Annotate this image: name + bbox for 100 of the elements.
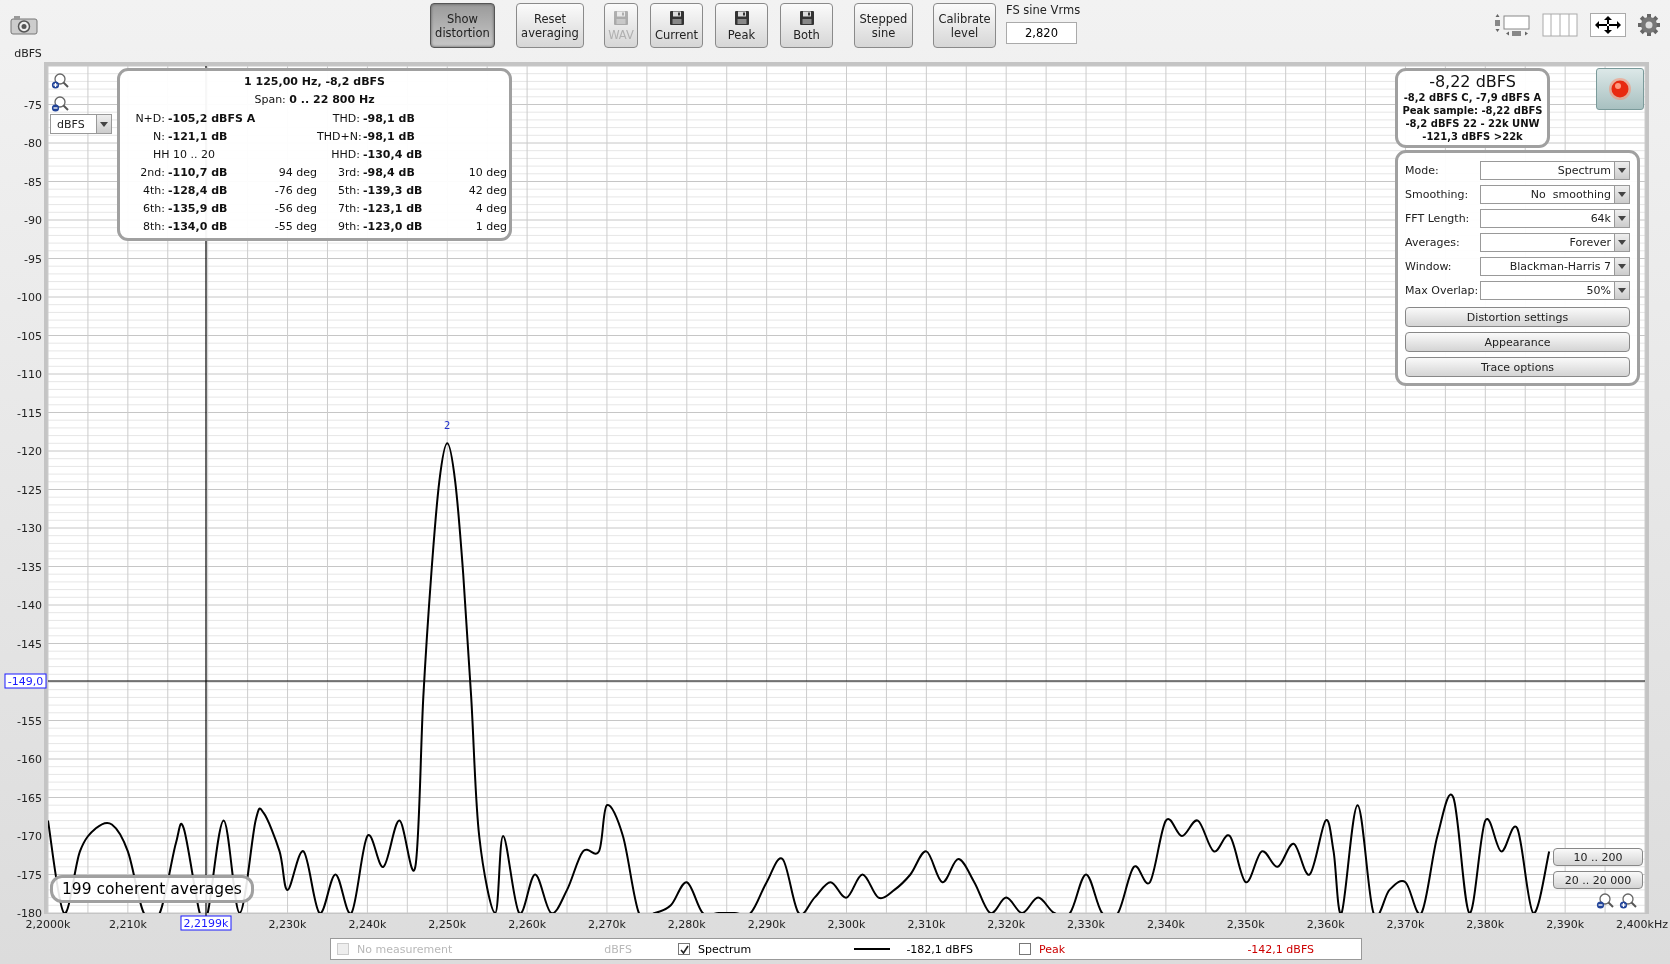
tick-label: -105 (17, 329, 42, 343)
tick-label: -180 (17, 907, 42, 920)
tick-label: 2,290k (747, 918, 786, 931)
legend-reading: -142,1 dBFS (1247, 942, 1314, 956)
toolbar-button[interactable]: Current (650, 3, 703, 48)
phase-value: 4 deg (474, 201, 507, 215)
peak-marker: 2 (444, 420, 451, 432)
tick-label: 2,210k (108, 918, 147, 931)
caret-icon (1618, 215, 1626, 221)
dropdown[interactable]: Spectrum (1480, 160, 1630, 180)
zoom-out-icon[interactable] (1596, 892, 1614, 909)
tick-label: 2,270k (588, 918, 626, 931)
tick-label: -160 (17, 753, 42, 766)
phase-value: 1 deg (474, 219, 507, 233)
dropdown[interactable]: 50% (1480, 280, 1630, 300)
zoom-in-icon[interactable] (1619, 892, 1637, 909)
panel-button[interactable]: Distortion settings (1405, 307, 1630, 327)
save-icon (798, 9, 815, 26)
field-label: Smoothing: (1405, 187, 1470, 201)
phase-value: -76 deg (273, 183, 317, 197)
level-detail: -8,2 dBFS C, -7,9 dBFS A (1402, 91, 1543, 104)
toolbar-button[interactable]: Both (780, 3, 833, 48)
legend-reading: dBFS (604, 942, 632, 956)
checkbox[interactable] (678, 943, 690, 955)
camera-icon[interactable] (10, 15, 38, 35)
resize-icon[interactable] (1493, 13, 1530, 37)
tick-label: -125 (17, 483, 42, 497)
tick-label: 2,390k (1546, 918, 1585, 931)
range-button[interactable]: 20 .. 20 000 (1553, 871, 1643, 889)
tick-label: -140 (17, 599, 42, 612)
dropdown[interactable]: No smoothing (1480, 184, 1630, 204)
measure-value: -128,4 dB (167, 183, 229, 197)
tick-label: -95 (24, 252, 42, 266)
legend-label: Spectrum (698, 942, 753, 956)
tick-label: -80 (24, 137, 42, 150)
range-button[interactable]: 10 .. 200 (1553, 848, 1643, 866)
field-label: FFT Length: (1405, 211, 1471, 225)
legend-label: Peak (1039, 942, 1067, 956)
measure-label: 5th: (337, 183, 360, 197)
measure-label: HHD: (330, 147, 360, 161)
tick-label: -155 (17, 714, 42, 728)
toolbar-button[interactable]: Show distortion (430, 3, 495, 48)
measure-value: -105,2 dBFS A (167, 111, 257, 125)
unit-dropdown[interactable]: dBFS (50, 114, 112, 134)
tick-label: 2,2000k (25, 918, 71, 931)
caret-icon (1618, 263, 1626, 269)
averages-label: 199 coherent averages (50, 875, 254, 903)
legend-reading: -182,1 dBFS (906, 942, 973, 956)
phase-value: -55 deg (273, 219, 317, 233)
measure-label: 4th: (142, 183, 165, 197)
zoom-in-icon[interactable] (51, 72, 69, 89)
move-icon[interactable] (1590, 13, 1626, 37)
measure-value: -139,3 dB (362, 183, 424, 197)
tick-label: 2,280k (667, 918, 706, 931)
measure-label: 3rd: (336, 165, 360, 179)
tick-label: 2,370k (1386, 918, 1425, 931)
toolbar-button[interactable]: Stepped sine (854, 3, 913, 48)
level-detail: Peak sample: -8,22 dBFS (1401, 104, 1544, 117)
tick-label: -115 (17, 406, 42, 420)
save-icon (733, 9, 750, 26)
panel-button[interactable]: Trace options (1405, 357, 1630, 377)
tick-label: -100 (17, 291, 42, 304)
cursor-readout: 2,2199k (180, 915, 232, 931)
measure-value: -121,1 dB (167, 129, 229, 143)
dropdown[interactable]: Blackman-Harris 7 (1480, 256, 1630, 276)
record-button[interactable] (1596, 68, 1644, 110)
tick-label: -90 (24, 214, 42, 227)
save-icon (613, 9, 629, 26)
toolbar-button[interactable]: Reset averaging (516, 3, 584, 48)
tick-label: -145 (17, 637, 42, 651)
tick-label: 2,380k (1466, 918, 1505, 931)
dropdown[interactable]: 64k (1480, 208, 1630, 228)
phase-value: 10 deg (467, 165, 507, 179)
panel-button[interactable]: Appearance (1405, 332, 1630, 352)
span-text: Span: 0 .. 22 800 Hz (253, 92, 376, 108)
zoom-out-icon[interactable] (51, 95, 69, 112)
level-detail: -8,2 dBFS 22 - 22k UNW (1404, 117, 1541, 130)
settings-icon[interactable] (1638, 13, 1660, 37)
field-label: FS sine Vrms (1006, 3, 1081, 17)
tick-label: 2,360k (1306, 918, 1345, 931)
line-swatch (854, 948, 891, 950)
level-detail: -121,3 dBFS >22k (1421, 130, 1524, 143)
measure-value: -98,1 dB (362, 129, 416, 143)
toolbar-button[interactable]: Peak (715, 3, 768, 48)
tick-label: 2,240k (348, 918, 387, 931)
measure-value: -123,0 dB (362, 219, 424, 233)
measure-label: 6th: (142, 201, 165, 215)
distortion-title: 1 125,00 Hz, -8,2 dBFS (243, 74, 386, 90)
toolbar-button[interactable]: Calibrate level (933, 3, 996, 48)
measure-value: -123,1 dB (362, 201, 424, 215)
measure-label: THD: (331, 111, 360, 125)
save-icon (668, 9, 685, 26)
tick-label: 2,350k (1226, 918, 1265, 931)
dropdown[interactable]: Forever (1480, 232, 1630, 252)
value-field[interactable]: 2,820 (1006, 22, 1077, 44)
cursor-readout: -149,0 (4, 673, 47, 689)
tick-label: -175 (17, 868, 42, 882)
tick-label: 2,300k (827, 918, 866, 931)
checkbox[interactable] (1019, 943, 1031, 955)
tick-label: -75 (24, 98, 42, 112)
